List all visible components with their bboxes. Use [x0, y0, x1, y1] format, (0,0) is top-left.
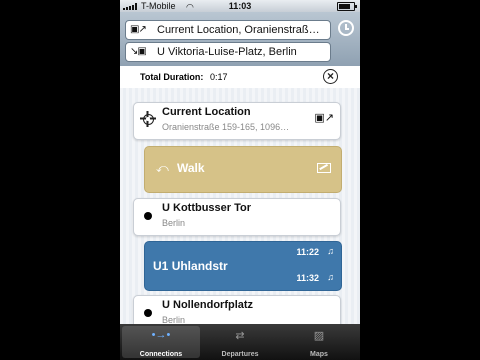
station-dot-icon	[144, 309, 152, 317]
tab-label: Connections	[139, 351, 183, 358]
status-time: 11:03	[228, 1, 252, 11]
arrive-time: 11:32	[296, 273, 319, 283]
station-dot-icon	[144, 212, 152, 220]
from-text: Current Location, Oranienstraß…	[157, 24, 320, 36]
departures-icon: ⇄	[235, 330, 245, 342]
duration-label: Total Duration:	[140, 72, 204, 82]
depart-time: 11:22	[296, 247, 319, 257]
tab-departures[interactable]: ⇄ Departures	[201, 326, 279, 358]
arrow-train-icon: ↘▣	[130, 46, 147, 57]
leg-station-card[interactable]: U Kottbusser Tor Berlin	[133, 198, 341, 236]
duration-value: 0:17	[210, 72, 228, 82]
connection-detail: Total Duration: 0:17 × Current Location …	[120, 66, 360, 333]
leg-title: Current Location	[162, 106, 251, 118]
maps-icon: ▨	[313, 330, 325, 342]
battery-icon	[337, 2, 357, 11]
tab-maps[interactable]: ▨ Maps	[280, 326, 358, 358]
train-arrow-icon: ▣↗	[314, 112, 334, 124]
bell-icon[interactable]: ♫	[327, 272, 334, 282]
to-field[interactable]: ↘▣ U Viktoria-Luise-Platz, Berlin	[125, 42, 331, 62]
close-button[interactable]: ×	[323, 69, 338, 84]
leg-start-card[interactable]: Current Location Oranienstraße 159-165, …	[133, 102, 341, 140]
walk-icon: ⤺	[156, 161, 169, 175]
bell-icon[interactable]: ♫	[327, 246, 334, 256]
leg-line-card[interactable]: U1 Uhlandstr 11:22 ♫ 11:32 ♫	[144, 241, 342, 291]
to-text: U Viktoria-Luise-Platz, Berlin	[157, 46, 297, 58]
tab-bar: •→• Connections ⇄ Departures ▨ Maps	[120, 324, 360, 360]
tab-label: Departures	[221, 351, 259, 358]
duration-summary: Total Duration: 0:17 ×	[120, 66, 360, 88]
route-header: ▣↗ Current Location, Oranienstraß… ↘▣ U …	[120, 12, 360, 66]
train-arrow-icon: ▣↗	[130, 24, 147, 35]
from-field[interactable]: ▣↗ Current Location, Oranienstraß…	[125, 20, 331, 40]
walk-label: Walk	[177, 161, 205, 175]
line-label: U1 Uhlandstr	[153, 259, 228, 273]
status-bar: T-Mobile ◠ 11:03	[120, 0, 360, 12]
leg-title: U Nollendorfplatz	[162, 299, 254, 311]
location-target-icon	[143, 114, 154, 125]
leg-subtitle: Berlin	[162, 218, 186, 228]
tab-label: Maps	[310, 351, 328, 358]
leg-title: U Kottbusser Tor	[162, 202, 252, 214]
connections-icon: •→•	[151, 329, 171, 341]
map-icon[interactable]	[317, 163, 331, 173]
clock-icon[interactable]	[338, 20, 354, 36]
leg-subtitle: Oranienstraße 159-165, 1096…	[162, 122, 290, 132]
phone-screen: T-Mobile ◠ 11:03 ▣↗ Current Location, Or…	[120, 0, 360, 360]
leg-walk-card[interactable]: ⤺ Walk	[144, 146, 342, 193]
tab-connections[interactable]: •→• Connections	[122, 326, 200, 358]
